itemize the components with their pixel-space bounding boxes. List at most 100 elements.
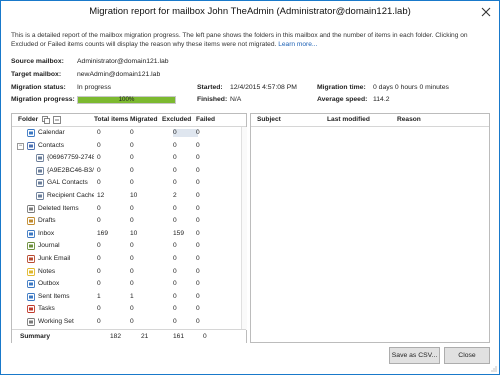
folder-row[interactable]: {06967759-2748 0 0 0 0 [12,153,246,164]
failed-count-link[interactable]: 0 [196,230,200,237]
total-items-cell: 0 [97,154,101,162]
folder-row[interactable]: Drafts 0 0 0 0 [12,216,246,227]
outbox-icon [27,280,35,289]
total-items-cell: 0 [97,267,101,275]
failed-count-link[interactable]: 0 [196,129,200,136]
details-grid-header: Subject Last modified Reason [251,114,489,127]
failed-count-link[interactable]: 0 [196,255,200,262]
migrated-cell: 0 [130,129,134,136]
expand-all-icon[interactable] [42,116,50,124]
folder-row[interactable]: Outbox 0 0 0 0 [12,279,246,290]
source-mailbox-value: Administrator@domain121.lab [77,58,169,65]
folder-name: {A9E2BC46-B3/ [47,166,94,174]
summary-label: Summary [20,333,51,340]
total-items-column-header[interactable]: Total items [94,116,128,123]
migrated-column-header[interactable]: Migrated [130,116,157,123]
folder-row[interactable]: Junk Email 0 0 0 0 [12,254,246,265]
migration-progress-bar: 100% [77,96,176,104]
folders-scrollbar[interactable] [241,127,247,330]
excluded-count-link[interactable]: 0 [173,305,177,312]
save-as-csv-button[interactable]: Save as CSV... [389,347,440,364]
summary-migrated: 21 [141,333,149,340]
failed-count-link[interactable]: 0 [196,293,200,300]
resize-grip-icon[interactable] [489,364,497,372]
sent-items-icon [27,292,35,301]
excluded-count-link[interactable]: 0 [173,318,177,325]
folder-column-header[interactable]: Folder [18,116,38,123]
folders-grid-header: Folder Total items Migrated Excluded Fai… [12,114,246,127]
finished-label: Finished: [197,96,228,103]
failed-count-link[interactable]: 0 [196,205,200,212]
excluded-count-link[interactable]: 0 [173,255,177,262]
migrated-cell: 0 [130,166,134,174]
migrated-cell: 0 [130,280,134,288]
total-items-cell: 1 [97,292,101,300]
total-items-cell: 0 [97,280,101,288]
folder-row[interactable]: Tasks 0 0 0 0 [12,304,246,315]
failed-count-link[interactable]: 0 [196,167,200,174]
folder-row[interactable]: Recipient Cache 12 10 2 0 [12,191,246,202]
migrated-cell: 0 [130,154,134,162]
failed-count-link[interactable]: 0 [196,280,200,287]
contacts-icon [27,141,35,150]
excluded-column-header[interactable]: Excluded [162,116,191,123]
excluded-count-link[interactable]: 0 [173,242,177,249]
folder-row[interactable]: Journal 0 0 0 0 [12,241,246,252]
failed-count-link[interactable]: 0 [196,192,200,199]
window-close-button[interactable] [479,6,493,18]
migration-report-window: Migration report for mailbox John TheAdm… [0,0,500,375]
folder-row[interactable]: − Contacts 0 0 0 0 [12,141,246,152]
total-items-cell: 0 [97,129,101,136]
excluded-count-link[interactable]: 0 [173,129,177,136]
failed-count-link[interactable]: 0 [196,268,200,275]
contact-folder-icon [36,192,44,200]
excluded-count-link[interactable]: 159 [173,230,184,237]
failed-count-link[interactable]: 0 [196,179,200,186]
total-items-cell: 0 [97,318,101,325]
subject-column-header[interactable]: Subject [257,116,281,123]
excluded-count-link[interactable]: 0 [173,268,177,275]
excluded-count-link[interactable]: 0 [173,293,177,300]
total-items-cell: 0 [97,166,101,174]
folder-row[interactable]: Inbox 169 10 159 0 [12,229,246,240]
failed-column-header[interactable]: Failed [196,116,215,123]
excluded-count-link[interactable]: 0 [173,142,177,149]
deleted-items-icon [27,204,35,213]
folder-row[interactable]: GAL Contacts 0 0 0 0 [12,178,246,189]
failed-count-link[interactable]: 0 [196,142,200,149]
contact-folder-icon [36,179,44,188]
folder-name: Contacts [38,141,65,149]
excluded-count-link[interactable]: 0 [173,179,177,186]
excluded-count-link[interactable]: 0 [173,205,177,212]
folder-row[interactable]: {A9E2BC46-B3/0 0 0 0 [12,166,246,177]
collapse-all-icon[interactable] [53,116,61,124]
failed-count-link[interactable]: 0 [196,305,200,312]
close-button[interactable]: Close [444,347,490,364]
last-modified-column-header[interactable]: Last modified [327,116,370,123]
excluded-count-link[interactable]: 0 [173,217,177,224]
folder-row[interactable]: Calendar 0 0 0 0 [12,128,246,139]
folder-row[interactable]: Working Set 0 0 0 0 [12,317,246,328]
folder-name: Working Set [38,318,74,325]
migration-status-value: In progress [77,84,112,91]
summary-total: 182 [110,333,122,340]
failed-count-link[interactable]: 0 [196,242,200,249]
folder-row[interactable]: Notes 0 0 0 0 [12,267,246,278]
working-set-icon [27,318,35,326]
total-items-cell: 0 [97,204,101,212]
drafts-icon [27,217,35,226]
folder-name: GAL Contacts [47,179,88,187]
failed-count-link[interactable]: 0 [196,318,200,325]
contacts-expander[interactable]: − [17,142,24,150]
excluded-count-link[interactable]: 0 [173,167,177,174]
reason-column-header[interactable]: Reason [397,116,421,123]
learn-more-link[interactable]: Learn more... [278,41,317,48]
excluded-count-link[interactable]: 2 [173,192,177,199]
folder-row[interactable]: Sent Items 1 1 0 0 [12,292,246,303]
folder-row[interactable]: Deleted Items 0 0 0 0 [12,204,246,215]
excluded-count-link[interactable]: 0 [173,280,177,287]
item-details-grid: Subject Last modified Reason [250,113,490,343]
failed-count-link[interactable]: 0 [196,217,200,224]
excluded-count-link[interactable]: 0 [173,154,177,161]
failed-count-link[interactable]: 0 [196,154,200,161]
